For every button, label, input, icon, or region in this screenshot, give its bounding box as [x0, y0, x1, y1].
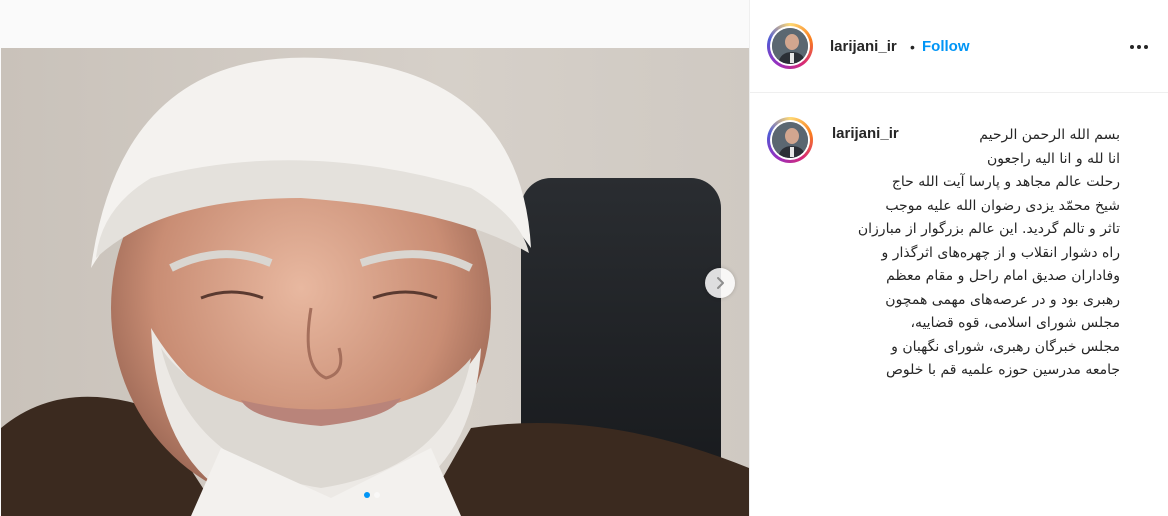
chevron-right-icon — [717, 277, 724, 289]
caption-line: راه دشوار انقلاب و از چهره‌های اثرگذار و — [881, 244, 1120, 261]
caption-avatar-image — [772, 122, 808, 158]
caption-line: وفاداران صدیق امام راحل و مقام معظم — [886, 268, 1120, 284]
avatar[interactable] — [767, 23, 813, 69]
caption-avatar[interactable] — [767, 117, 813, 163]
caption-line: رهبری بود و در عرصه‌های مهمی همچون — [885, 291, 1120, 308]
carousel-dot-active — [364, 492, 370, 498]
caption-line: مجلس شورای اسلامی، قوه قضاییه، — [910, 315, 1120, 331]
instagram-post-page: larijani_ir • Follow larijani_ir بسم الل… — [0, 0, 1168, 516]
post-image[interactable] — [1, 48, 749, 516]
next-slide-button[interactable] — [705, 268, 735, 298]
more-horizontal-icon — [1130, 45, 1134, 49]
more-options-button[interactable] — [1127, 37, 1151, 57]
caption-line: بسم الله الرحمن الرحیم — [979, 127, 1120, 143]
post-sidebar: larijani_ir • Follow larijani_ir بسم الل… — [749, 0, 1168, 516]
caption-line: تاثر و تالم گردید. این عالم بزرگوار از م… — [857, 221, 1120, 237]
caption-line: مجلس خبرگان رهبری، شورای نگهبان و — [891, 338, 1120, 355]
carousel-dot — [374, 492, 380, 498]
caption-text: بسم الله الرحمن الرحیم انا لله و انا الی… — [832, 124, 1120, 383]
caption-line: جامعه مدرسین حوزه علمیه قم با خلوص — [885, 362, 1120, 378]
follow-button[interactable]: Follow — [922, 38, 970, 55]
separator-dot: • — [910, 39, 915, 55]
header-username[interactable]: larijani_ir — [830, 38, 897, 55]
caption-line: شیخ محمّد یزدی رضوان الله علیه موجب — [885, 197, 1120, 214]
avatar-image — [772, 28, 808, 64]
caption-line: رحلت عالم مجاهد و پارسا آیت الله حاج — [891, 174, 1120, 190]
carousel-indicator — [364, 492, 380, 498]
post-header: larijani_ir • Follow — [750, 0, 1168, 93]
caption-area: larijani_ir بسم الله الرحمن الرحیم انا ل… — [750, 94, 1168, 390]
portrait-photo — [1, 48, 749, 516]
caption-line: انا لله و انا الیه راجعون — [987, 150, 1120, 167]
